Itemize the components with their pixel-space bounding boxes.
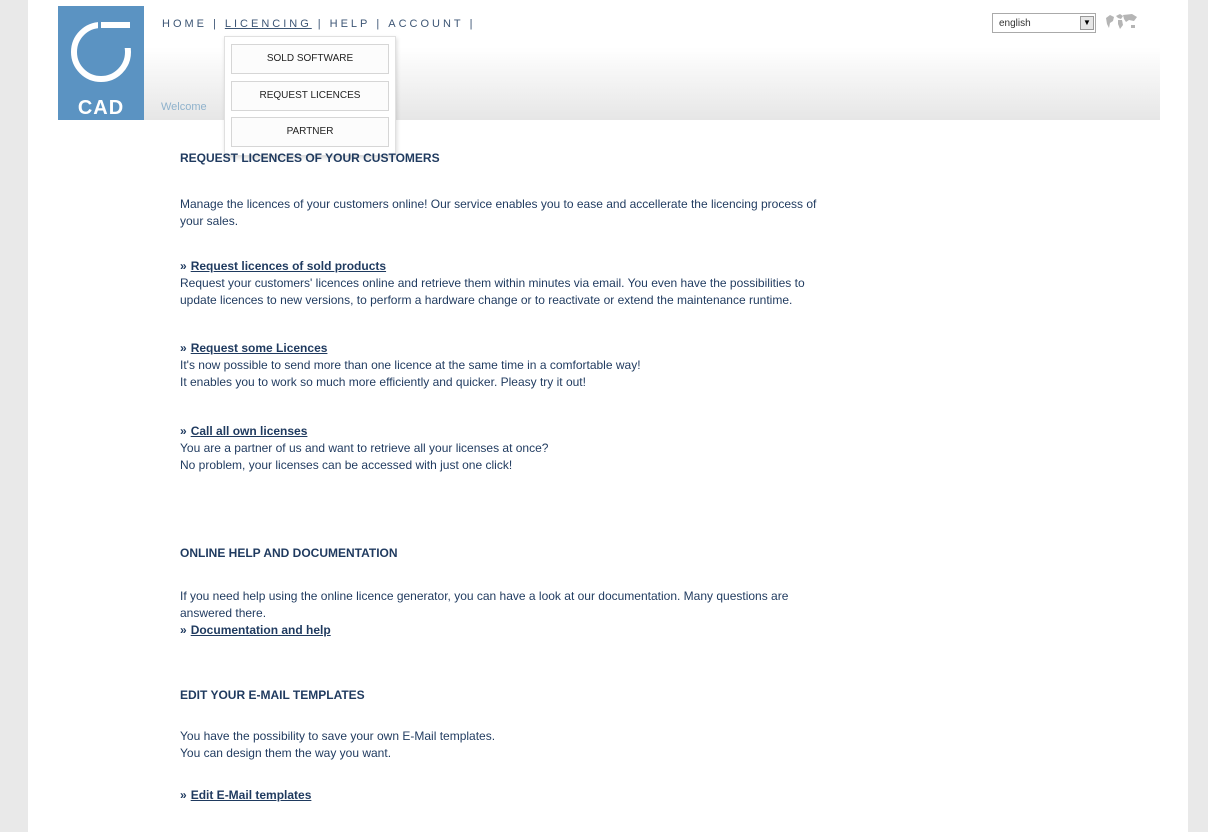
text-line: answered there.	[180, 606, 267, 620]
text-line: update licences to new versions, to perf…	[180, 293, 793, 307]
cad-logo[interactable]: CAD	[58, 6, 144, 120]
text-line: It enables you to work so much more effi…	[180, 375, 586, 389]
block-templates: You have the possibility to save your ow…	[180, 728, 1040, 762]
raquo-icon: »	[180, 623, 187, 637]
nav-help[interactable]: HELP	[330, 18, 371, 30]
link-request-some-licences[interactable]: Request some Licences	[191, 341, 328, 355]
nav-separator: |	[317, 18, 324, 30]
block-request-some: » Request some Licences It's now possible…	[180, 340, 1040, 391]
licencing-dropdown-menu: SOLD SOFTWARE REQUEST LICENCES PARTNER	[224, 36, 396, 156]
section-email-templates: EDIT YOUR E-MAIL TEMPLATES	[180, 687, 1040, 704]
text-line: No problem, your licenses can be accesse…	[180, 458, 513, 472]
nav-separator: |	[213, 18, 219, 30]
link-documentation-help[interactable]: Documentation and help	[191, 623, 331, 637]
text-line: your sales.	[180, 214, 239, 228]
nav-home[interactable]: HOME	[162, 18, 207, 30]
link-request-sold-products[interactable]: Request licences of sold products	[191, 259, 386, 273]
raquo-icon: »	[180, 341, 187, 355]
section-request-licences: REQUEST LICENCES OF YOUR CUSTOMERS	[180, 150, 1040, 167]
menu-item-sold-software[interactable]: SOLD SOFTWARE	[231, 44, 389, 74]
section-title: REQUEST LICENCES OF YOUR CUSTOMERS	[180, 151, 440, 165]
link-call-all-own-licenses[interactable]: Call all own licenses	[191, 424, 308, 438]
block-call-licenses: » Call all own licenses You are a partner…	[180, 423, 1040, 474]
nav-account[interactable]: ACCOUNT	[388, 18, 463, 30]
block-templates-link: » Edit E-Mail templates	[180, 787, 1040, 804]
welcome-text: Welcome	[161, 101, 207, 113]
text-line: If you need help using the online licenc…	[180, 589, 789, 603]
text-line: You can design them the way you want.	[180, 746, 392, 760]
link-edit-email-templates[interactable]: Edit E-Mail templates	[191, 788, 312, 802]
top-navigation: HOME | LICENCING | HELP | ACCOUNT |	[162, 18, 481, 34]
menu-item-request-licences[interactable]: REQUEST LICENCES	[231, 81, 389, 111]
chevron-down-icon[interactable]: ▼	[1080, 16, 1094, 30]
section-online-help: ONLINE HELP AND DOCUMENTATION	[180, 545, 1040, 562]
text-line: You have the possibility to save your ow…	[180, 729, 496, 743]
intro-text: Manage the licences of your customers on…	[180, 196, 1040, 230]
logo-text: CAD	[77, 97, 125, 119]
page: CAD HOME | LICENCING | HELP | ACCOUNT | Welcome…	[28, 0, 1188, 832]
world-map-icon[interactable]	[1104, 12, 1138, 32]
logo-circle-icon	[71, 20, 138, 82]
text-line: Manage the licences of your customers on…	[180, 197, 817, 211]
section-title: EDIT YOUR E-MAIL TEMPLATES	[180, 688, 365, 702]
nav-licencing[interactable]: LICENCING	[225, 18, 312, 30]
text-line: It's now possible to send more than one …	[180, 358, 641, 372]
block-sold-products: » Request licences of sold products Reque…	[180, 258, 1040, 309]
language-value: english	[999, 18, 1031, 29]
menu-item-partner[interactable]: PARTNER	[231, 117, 389, 147]
raquo-icon: »	[180, 259, 187, 273]
raquo-icon: »	[180, 424, 187, 438]
section-title: ONLINE HELP AND DOCUMENTATION	[180, 546, 398, 560]
raquo-icon: »	[180, 788, 187, 802]
language-select[interactable]: english ▼	[992, 13, 1096, 33]
nav-separator: |	[469, 18, 476, 30]
nav-separator: |	[376, 18, 383, 30]
text-line: You are a partner of us and want to retr…	[180, 441, 549, 455]
block-help: If you need help using the online licenc…	[180, 588, 1040, 639]
text-line: Request your customers' licences online …	[180, 276, 805, 290]
